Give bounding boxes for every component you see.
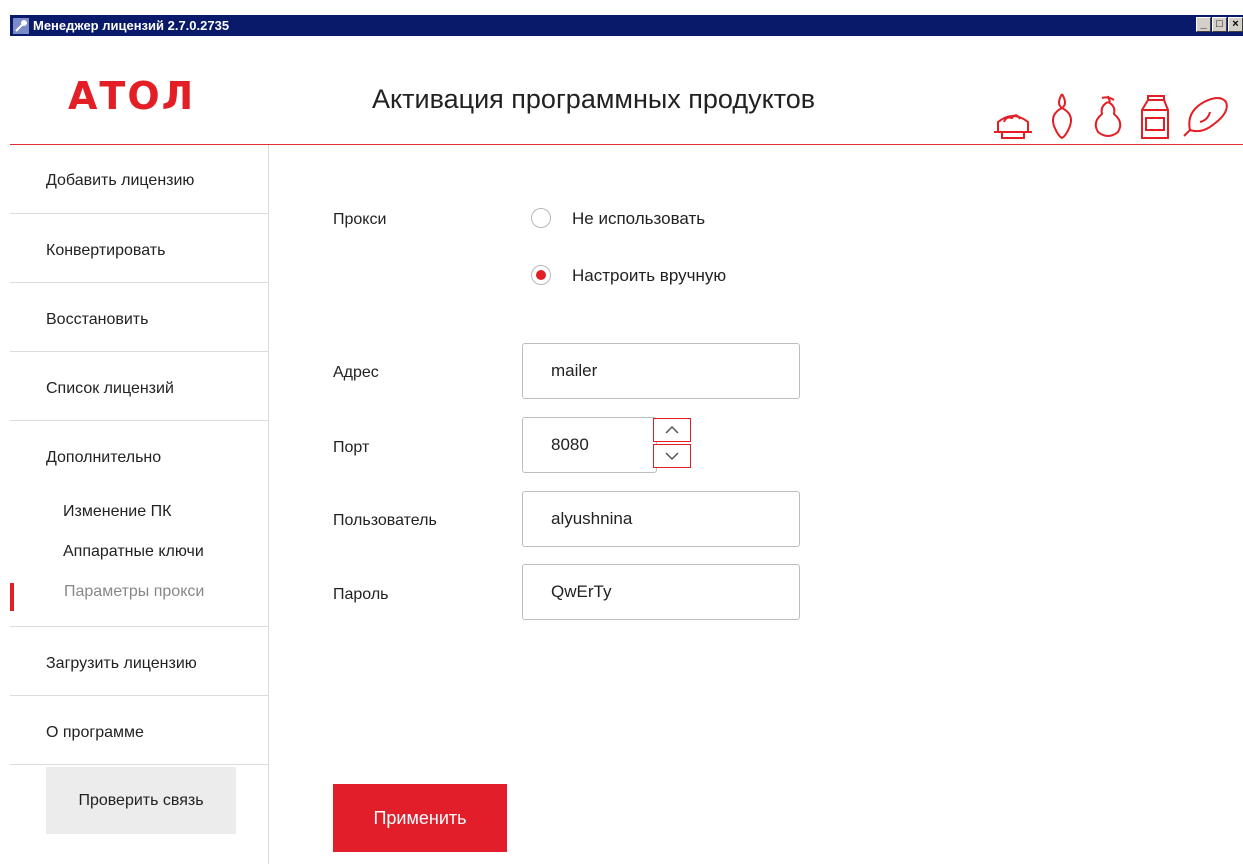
chevron-down-icon <box>665 452 679 461</box>
sidebar-item-label: Дополнительно <box>46 449 162 466</box>
atol-logo: АТОЛ <box>68 74 196 118</box>
port-input[interactable] <box>522 417 657 473</box>
sidebar-item-label: Конвертировать <box>46 242 166 259</box>
sidebar-item-upload-license[interactable]: Загрузить лицензию <box>10 627 268 696</box>
user-label: Пользователь <box>333 512 437 529</box>
check-connection-button[interactable]: Проверить связь <box>46 767 236 834</box>
window-titlebar: Менеджер лицензий 2.7.0.2735 _ □ × <box>10 15 1243 36</box>
carrot-icon <box>1052 93 1072 140</box>
ham-icon <box>1183 97 1228 137</box>
password-input[interactable] <box>522 564 800 620</box>
maximize-icon: □ <box>1216 18 1223 30</box>
close-button[interactable]: × <box>1228 17 1243 32</box>
user-input[interactable] <box>522 491 800 547</box>
radio-no-proxy-label[interactable]: Не использовать <box>572 209 705 229</box>
key-icon <box>13 17 29 34</box>
milk-carton-icon <box>1141 95 1169 139</box>
proxy-label: Прокси <box>333 211 387 228</box>
sidebar-item-license-list[interactable]: Список лицензий <box>10 352 268 421</box>
sidebar-item-add-license[interactable]: Добавить лицензию <box>10 145 268 214</box>
radio-manual-proxy[interactable] <box>531 265 551 285</box>
port-increment-button[interactable] <box>653 418 691 442</box>
apply-button[interactable]: Применить <box>333 784 507 852</box>
password-label: Пароль <box>333 586 389 603</box>
header-decoration <box>990 92 1230 140</box>
minimize-button[interactable]: _ <box>1196 17 1211 32</box>
address-label: Адрес <box>333 364 379 381</box>
maximize-button[interactable]: □ <box>1212 17 1227 32</box>
pear-icon <box>1094 95 1122 137</box>
sidebar-subitem-pc-change[interactable]: Изменение ПК <box>63 503 171 521</box>
sidebar-item-label: О программе <box>46 724 144 741</box>
app-window: АТОЛ Активация программных продуктов Доб… <box>10 36 1243 864</box>
sidebar-item-label: Добавить лицензию <box>46 172 195 189</box>
sidebar-item-label: Восстановить <box>46 311 149 328</box>
port-decrement-button[interactable] <box>653 444 691 468</box>
cake-icon <box>994 114 1032 139</box>
window-title: Менеджер лицензий 2.7.0.2735 <box>33 18 230 33</box>
active-item-indicator <box>10 583 14 611</box>
radio-no-proxy[interactable] <box>531 208 551 228</box>
sidebar-subitem-proxy-settings[interactable]: Параметры прокси <box>64 583 204 601</box>
sidebar-item-label: Загрузить лицензию <box>46 655 197 672</box>
minimize-icon: _ <box>1200 18 1207 30</box>
sidebar: Добавить лицензию Конвертировать Восстан… <box>10 145 269 864</box>
sidebar-item-label: Список лицензий <box>46 380 174 397</box>
sidebar-item-about[interactable]: О программе <box>10 696 268 765</box>
sidebar-subitem-hardware-keys[interactable]: Аппаратные ключи <box>63 543 204 561</box>
app-header: АТОЛ Активация программных продуктов <box>10 36 1243 145</box>
port-label: Порт <box>333 439 370 456</box>
sidebar-item-additional[interactable]: Дополнительно Изменение ПК Аппаратные кл… <box>10 421 268 627</box>
chevron-up-icon <box>665 425 679 434</box>
close-icon: × <box>1232 18 1239 30</box>
page-title: Активация программных продуктов <box>372 84 816 114</box>
sidebar-item-restore[interactable]: Восстановить <box>10 283 268 352</box>
address-input[interactable] <box>522 343 800 399</box>
radio-manual-proxy-label[interactable]: Настроить вручную <box>572 266 726 286</box>
sidebar-item-convert[interactable]: Конвертировать <box>10 214 268 283</box>
